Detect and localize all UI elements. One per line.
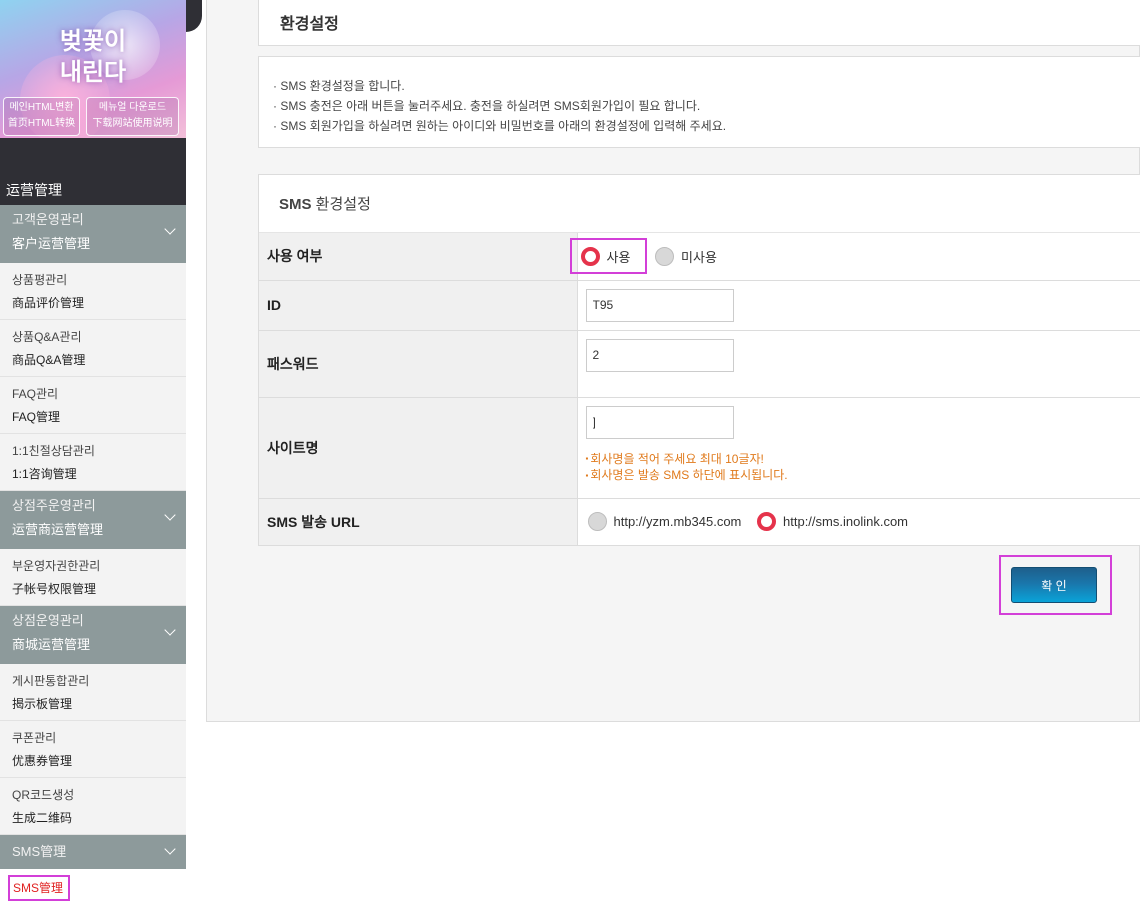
confirm-highlight: 확 인	[999, 555, 1112, 615]
item-label-ko: 게시판통합관리	[12, 674, 90, 688]
password-input[interactable]	[585, 338, 734, 372]
sidebar-group-sms[interactable]: SMS管理	[0, 835, 186, 869]
item-label-ko: 상품Q&A관리	[12, 330, 82, 344]
radio-use-on[interactable]	[580, 247, 600, 267]
item-label-ko: QR코드생성	[12, 788, 75, 802]
use-label: 사용 여부	[259, 233, 578, 281]
item-label-ko: FAQ관리	[12, 387, 59, 401]
item-label-ko: 상품평관리	[12, 273, 68, 287]
row-url: SMS 발송 URL http://yzm.mb345.com http://s…	[259, 498, 1140, 546]
item-label-ko: 부운영자권한관리	[12, 559, 101, 573]
group-label-zh: 客户运营管理	[12, 236, 91, 251]
site-hints: 회사명을 적어 주세요 최대 10글자! 회사명은 발송 SMS 하단에 표시됩…	[586, 451, 1140, 485]
radio-label-url-2: http://sms.inolink.com	[783, 514, 909, 529]
site-label: 사이트명	[259, 397, 578, 499]
notice-box: · SMS 환경설정을 합니다. · SMS 충전은 아래 버튼을 눌러주세요.…	[258, 56, 1140, 148]
item-label-ko: 1:1친절상담관리	[12, 444, 95, 458]
row-site: 사이트명 회사명을 적어 주세요 최대 10글자! 회사명은 발송 SMS 하단…	[259, 397, 1140, 499]
sidebar-item-coupon[interactable]: 쿠폰관리 优惠券管理	[0, 721, 186, 778]
item-label-zh: 1:1咨询管理	[12, 467, 77, 481]
section-title-rest: 환경설정	[311, 196, 371, 213]
sidebar-item-qna[interactable]: 상품Q&A관리 商品Q&A管理	[0, 320, 186, 377]
url-label-bold: SMS	[267, 513, 298, 530]
notice-line: · SMS 환경설정을 합니다.	[273, 79, 405, 93]
use-options: 사용 미사용	[569, 233, 1140, 281]
button-label-zh: 首页HTML转换	[7, 118, 76, 129]
id-input[interactable]	[585, 288, 734, 322]
radio-label-unuse: 미사용	[681, 250, 717, 266]
site-name-input[interactable]	[585, 405, 734, 439]
item-label-zh: 子帐号权限管理	[12, 582, 97, 596]
password-label: 패스워드	[259, 330, 578, 398]
button-label-zh: 下载网站使用说明	[92, 118, 173, 129]
sidebar-item-consult[interactable]: 1:1친절상담관리 1:1咨询管理	[0, 434, 186, 491]
item-label-zh: FAQ管理	[12, 410, 61, 424]
banner-title-line1: 벚꽃이	[59, 28, 127, 55]
sidebar-section-header: 运营管理	[0, 138, 186, 205]
page-title: 환경설정	[258, 0, 1140, 46]
sidebar-item-qrcode[interactable]: QR코드생성 生成二维码	[0, 778, 186, 835]
sidebar-item-sms-label: SMS管理	[8, 875, 71, 901]
item-label-zh: 揭示板管理	[12, 697, 73, 711]
notice-line: · SMS 회원가입을 하실려면 원하는 아이디와 비밀번호를 아래의 환경설정…	[273, 119, 727, 133]
group-label-ko: 고객운영관리	[12, 212, 84, 227]
radio-label-url-1: http://yzm.mb345.com	[613, 514, 742, 529]
url-label: SMS 발송 URL	[259, 498, 578, 546]
group-label-zh: 运营商运营管理	[12, 522, 104, 537]
manual-download-button[interactable]: 메뉴얼 다운로드 下载网站使用说明	[86, 97, 179, 136]
button-label-ko: 메인HTML변환	[9, 102, 74, 113]
main-content: 환경설정 · SMS 환경설정을 합니다. · SMS 충전은 아래 버튼을 눌…	[206, 0, 1140, 722]
url-options: http://yzm.mb345.com http://sms.inolink.…	[577, 498, 1140, 546]
button-label-ko: 메뉴얼 다운로드	[98, 102, 167, 113]
group-label-zh: 商城运营管理	[12, 637, 91, 652]
main-html-convert-button[interactable]: 메인HTML변환 首页HTML转换	[3, 97, 80, 136]
row-password: 패스워드	[259, 330, 1140, 398]
url-label-rest: 발송 URL	[297, 513, 360, 530]
notice-line: · SMS 충전은 아래 버튼을 눌러주세요. 충전을 하실려면 SMS회원가입…	[273, 99, 701, 113]
row-id: ID	[259, 280, 1140, 331]
item-label-zh: 优惠券管理	[12, 754, 73, 768]
radio-url-1[interactable]	[587, 512, 607, 531]
banner-title-line2: 내린다	[59, 59, 127, 86]
sidebar-group-store[interactable]: 상점운영관리 商城运营管理	[0, 606, 186, 664]
item-label-zh: 商品Q&A管理	[12, 353, 86, 367]
section-title-bold: SMS	[279, 196, 312, 213]
site-cell: 회사명을 적어 주세요 최대 10글자! 회사명은 발송 SMS 하단에 표시됩…	[577, 397, 1140, 499]
radio-url-2[interactable]	[757, 512, 777, 531]
radio-use-off[interactable]	[655, 247, 675, 267]
site-hint: 회사명을 적어 주세요 최대 10글자!	[586, 451, 1140, 468]
radio-label-use: 사용	[606, 250, 631, 266]
group-label-ko: 상점주운영관리	[12, 498, 96, 513]
id-label: ID	[259, 280, 578, 331]
confirm-button[interactable]: 확 인	[1011, 567, 1097, 603]
promo-banner: 벚꽃이 내린다 메인HTML변환 首页HTML转换 메뉴얼 다운로드 下载网站使…	[0, 0, 186, 138]
sms-settings-panel: SMS 환경설정 사용 여부 사용 미사용 ID 패스워드	[258, 174, 1140, 546]
sidebar-group-operator[interactable]: 상점주운영관리 运营商运营管理	[0, 491, 186, 549]
group-label: SMS管理	[12, 844, 67, 859]
section-title: SMS 환경설정	[259, 175, 1140, 233]
sidebar-item-reviews[interactable]: 상품평관리 商品评价管理	[0, 263, 186, 320]
site-hint: 회사명은 발송 SMS 하단에 표시됩니다.	[586, 467, 1140, 484]
sidebar-corner-decoration	[186, 0, 202, 32]
item-label-ko: 쿠폰관리	[12, 731, 57, 745]
sidebar-item-sub-admin[interactable]: 부운영자권한관리 子帐号权限管理	[0, 549, 186, 606]
use-highlight: 사용	[569, 238, 648, 275]
sidebar: 벚꽃이 내린다 메인HTML변환 首页HTML转换 메뉴얼 다운로드 下载网站使…	[0, 0, 186, 908]
sidebar-item-faq[interactable]: FAQ관리 FAQ管理	[0, 377, 186, 434]
group-label-ko: 상점운영관리	[12, 613, 84, 628]
item-label-zh: 商品评价管理	[12, 296, 85, 310]
id-cell	[577, 280, 1140, 331]
sidebar-item-board[interactable]: 게시판통합관리 揭示板管理	[0, 664, 186, 721]
sidebar-item-sms[interactable]: SMS管理	[0, 869, 186, 907]
sidebar-group-customer[interactable]: 고객운영관리 客户运营管理	[0, 205, 186, 263]
settings-table: 사용 여부 사용 미사용 ID 패스워드	[259, 233, 1140, 546]
password-cell	[577, 330, 1140, 398]
row-use: 사용 여부 사용 미사용	[259, 233, 1140, 281]
item-label-zh: 生成二维码	[12, 811, 73, 825]
